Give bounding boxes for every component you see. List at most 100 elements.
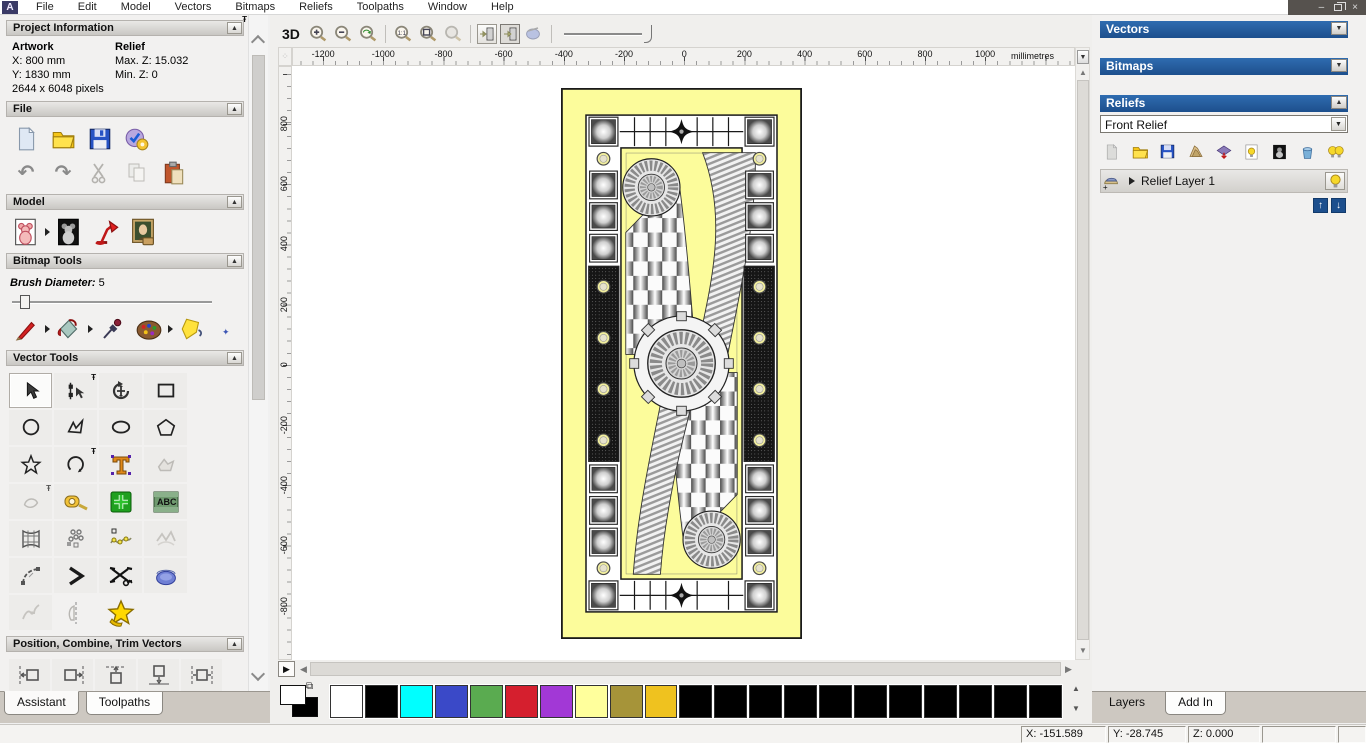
palette-swatch[interactable] (643, 683, 679, 719)
paint-brush-icon[interactable] (12, 315, 40, 343)
redo-icon[interactable]: ↷ (49, 159, 77, 187)
palette-swatch[interactable] (573, 683, 609, 719)
create-text-tool[interactable] (99, 447, 142, 482)
palette-swatch[interactable] (678, 683, 714, 719)
spotlight-lens-tool[interactable] (144, 558, 187, 593)
open-model-icon[interactable] (49, 125, 77, 153)
palette-swatch[interactable] (713, 683, 749, 719)
palette-swatch[interactable] (468, 683, 504, 719)
palette-swatch[interactable] (888, 683, 924, 719)
layer-expander-icon[interactable] (1129, 177, 1135, 185)
palette-swatch[interactable] (608, 683, 644, 719)
link-colours-icon[interactable]: ⧉ (306, 681, 313, 692)
zoom-1to1-icon[interactable]: 1:1 (392, 23, 414, 45)
merge-relief-icon[interactable] (1214, 142, 1233, 161)
delete-relief-layer-icon[interactable] (1298, 142, 1317, 161)
menu-reliefs[interactable]: Reliefs (287, 0, 345, 14)
node-editing-tool[interactable]: Ŧ (54, 373, 97, 408)
collapse-button[interactable]: ▲ (227, 22, 242, 34)
tab-addin[interactable]: Add In (1165, 692, 1226, 715)
palette-swatch[interactable] (538, 683, 574, 719)
flyout-arrow-icon[interactable] (45, 325, 50, 333)
reliefs-header[interactable]: Reliefs ▲ (1100, 95, 1348, 112)
arrow-chevron-tool[interactable] (54, 558, 97, 593)
assistant-scrollbar[interactable] (248, 15, 268, 691)
ruler-toggle-button[interactable]: ▶ (278, 661, 295, 677)
measure-tool[interactable] (54, 484, 97, 519)
slider-handle[interactable] (643, 25, 652, 43)
toggle-left-panel-button[interactable] (476, 24, 497, 44)
collapse-button[interactable]: ▲ (227, 638, 242, 650)
expand-button[interactable]: ▼ (1331, 59, 1347, 72)
menu-edit[interactable]: Edit (66, 0, 109, 14)
zoom-out-icon[interactable] (332, 23, 354, 45)
scroll-thumb[interactable] (1077, 80, 1089, 640)
wrap-star-tool[interactable] (99, 595, 142, 630)
fillet-curve-tool[interactable] (9, 558, 52, 593)
align-bottom-tool[interactable] (138, 659, 179, 691)
relief-layer-row[interactable]: + Relief Layer 1 (1100, 169, 1348, 193)
palette-swatch[interactable] (363, 683, 399, 719)
view-artwork-icon[interactable] (12, 218, 40, 246)
tab-toolpaths[interactable]: Toolpaths (85, 692, 164, 715)
scroll-up-icon[interactable] (250, 34, 266, 50)
zoom-in-icon[interactable] (307, 23, 329, 45)
palette-swatch[interactable] (328, 683, 364, 719)
relief-layer-name[interactable]: Relief Layer 1 (1141, 174, 1215, 188)
paste-green-cross-tool[interactable] (99, 484, 142, 519)
palette-scrollbar[interactable]: ▲ ▼ (1068, 681, 1086, 721)
palette-swatch[interactable] (818, 683, 854, 719)
toggle-right-panel-button[interactable] (499, 24, 520, 44)
text-abc-tool[interactable]: ABC (144, 484, 187, 519)
flyout-arrow-icon[interactable] (168, 325, 173, 333)
zoom-objects-icon[interactable] (417, 23, 439, 45)
vectors-header[interactable]: Vectors ▼ (1100, 21, 1348, 38)
scroll-down-icon[interactable]: ▼ (1070, 703, 1082, 715)
paste-icon[interactable] (160, 159, 188, 187)
scroll-thumb[interactable] (252, 55, 265, 400)
collapse-button[interactable]: ▲ (1331, 96, 1347, 109)
palette-swatch[interactable] (993, 683, 1028, 719)
cut-vector-tool[interactable] (99, 558, 142, 593)
view-3d-button[interactable]: 3D (278, 26, 304, 42)
close-button[interactable]: × (1352, 2, 1358, 13)
menu-vectors[interactable]: Vectors (163, 0, 224, 14)
flyout-arrow-icon[interactable] (45, 228, 50, 236)
undo-icon[interactable]: ↶ (12, 159, 40, 187)
dropdown-arrow-icon[interactable]: ▼ (1331, 117, 1346, 131)
scroll-down-icon[interactable]: ▼ (1077, 644, 1089, 657)
canvas-vertical-scrollbar[interactable]: ▼ ▲ ▼ (1075, 47, 1090, 660)
relief-preview-icon[interactable] (1242, 142, 1261, 161)
ruler-corner[interactable]: ⁘ (278, 47, 292, 66)
view-greyscale-icon[interactable] (55, 218, 83, 246)
greyscale-thumbnail-icon[interactable] (1270, 142, 1289, 161)
paint-bucket-icon[interactable] (55, 315, 83, 343)
tab-layers[interactable]: Layers (1096, 691, 1158, 715)
expand-button[interactable]: ▼ (1331, 22, 1347, 35)
create-arc-tool[interactable]: Ŧ (54, 447, 97, 482)
scroll-down-icon[interactable] (250, 666, 266, 682)
toggle-all-visibility-icon[interactable] (1326, 142, 1345, 161)
save-model-icon[interactable] (86, 125, 114, 153)
create-polyline-tool[interactable] (54, 410, 97, 445)
palette-swatch[interactable] (398, 683, 434, 719)
contrast-slider[interactable] (563, 25, 652, 43)
relief-clipart-icon[interactable] (1186, 142, 1205, 161)
palette-swatch[interactable] (1028, 683, 1063, 719)
pick-colour-icon[interactable] (98, 315, 126, 343)
create-polygon-tool[interactable] (144, 410, 187, 445)
create-star-tool[interactable] (9, 447, 52, 482)
palette-swatch[interactable] (958, 683, 994, 719)
select-tool[interactable] (9, 373, 52, 408)
primary-secondary-colour-indicator[interactable]: ⧉ (278, 681, 324, 721)
envelope-distort-tool[interactable] (9, 521, 52, 556)
ruler-units-dropdown[interactable]: ▼ (1077, 50, 1089, 64)
relief-selector-dropdown[interactable]: Front Relief ▼ (1100, 115, 1348, 133)
block-copy-tool[interactable] (54, 521, 97, 556)
menu-file[interactable]: File (24, 0, 66, 14)
palette-swatch[interactable] (748, 683, 784, 719)
menu-window[interactable]: Window (416, 0, 479, 14)
scroll-right-icon[interactable]: ▶ (1062, 662, 1075, 676)
scroll-up-icon[interactable]: ▲ (1070, 683, 1082, 695)
align-right-tool[interactable] (52, 659, 93, 691)
